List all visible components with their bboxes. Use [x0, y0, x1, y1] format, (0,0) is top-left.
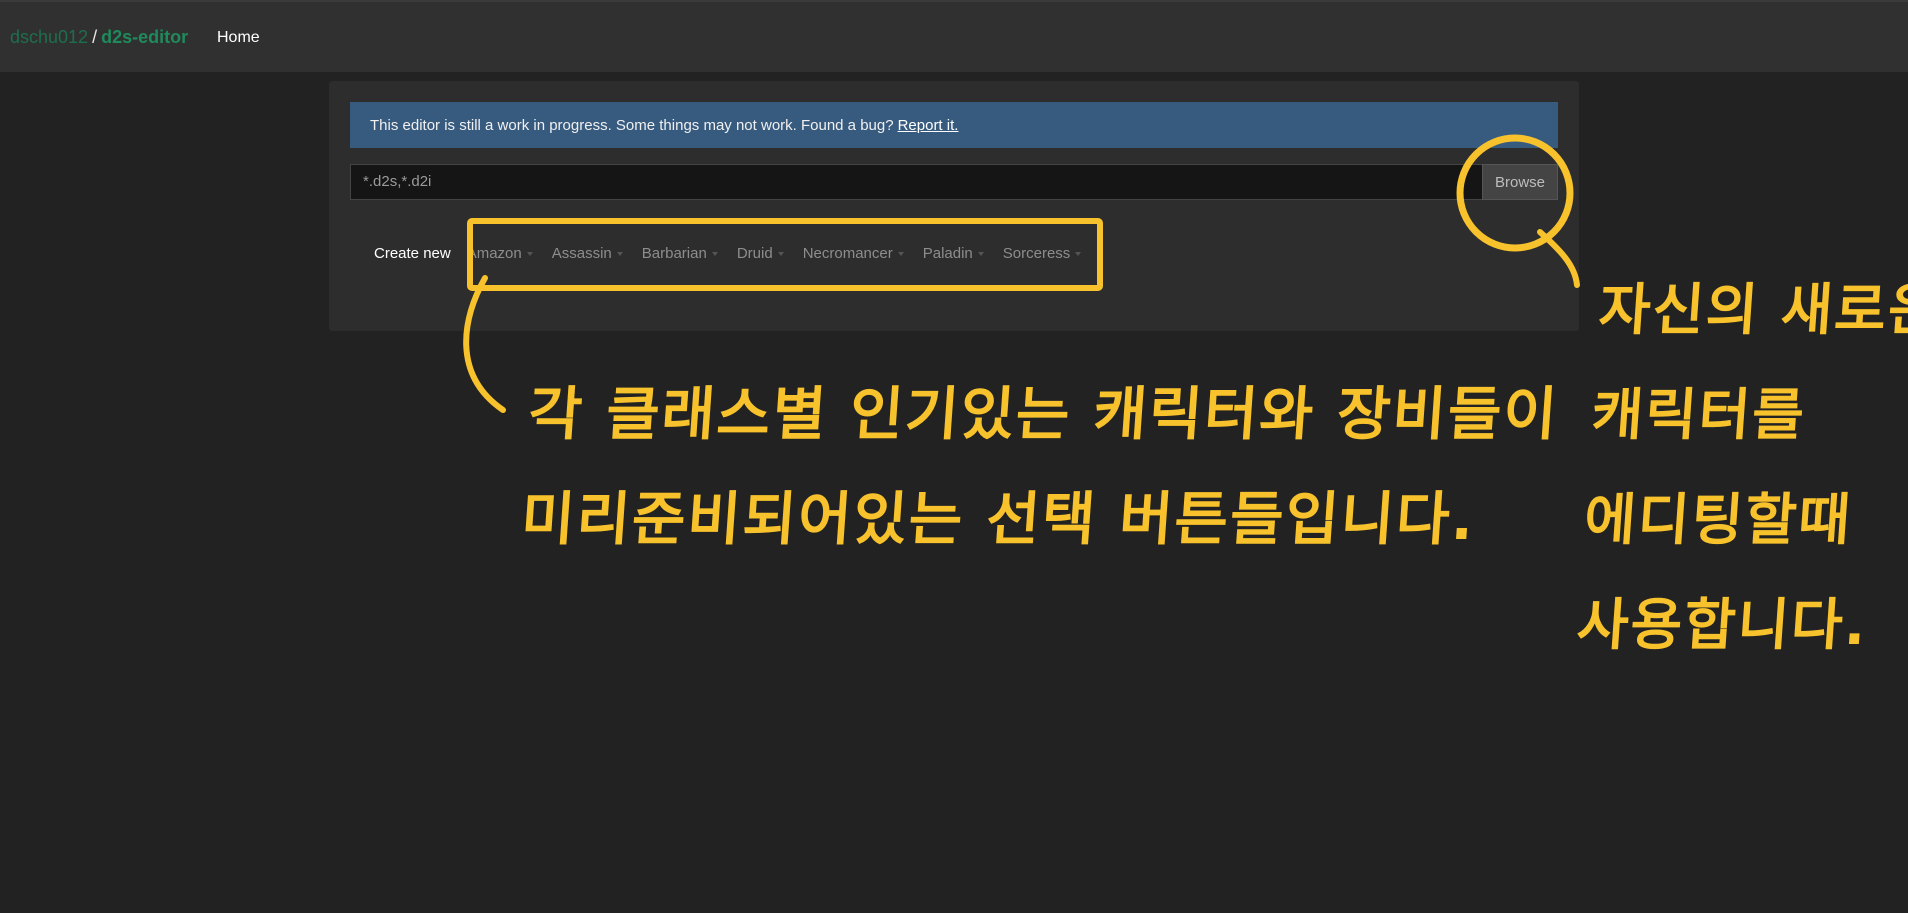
class-label: Assassin	[551, 244, 612, 262]
wip-alert: This editor is still a work in progress.…	[350, 102, 1558, 148]
annotation-right-line-2: 캐릭터를	[1589, 383, 1809, 448]
brand: dschu012/d2s-editor	[10, 27, 188, 48]
class-label: Barbarian	[641, 244, 707, 262]
editor-panel: This editor is still a work in progress.…	[329, 81, 1579, 331]
alert-message: This editor is still a work in progress.…	[370, 116, 894, 134]
class-dropdown-sorceress[interactable]: Sorceress	[1002, 244, 1082, 262]
brand-separator: /	[92, 27, 98, 47]
report-bug-link[interactable]: Report it.	[898, 117, 959, 134]
create-new-label: Create new	[374, 244, 451, 262]
class-label: Druid	[736, 244, 773, 262]
class-label: Necromancer	[802, 244, 893, 262]
annotation-right-line-3: 에디팅할때	[1582, 488, 1855, 553]
annotation-right: 자신의 새로운 캐릭터를 에디팅할때 사용합니다.	[1573, 258, 1908, 678]
annotation-left: 각 클래스별 인기있는 캐릭터와 장비들이 미리준비되어있는 선택 버튼들입니다…	[518, 362, 1563, 572]
caret-down-icon	[777, 251, 784, 256]
class-dropdown-paladin[interactable]: Paladin	[922, 244, 984, 262]
annotation-right-line-1: 자신의 새로운	[1596, 278, 1908, 343]
class-label: Paladin	[922, 244, 973, 262]
class-dropdown-barbarian[interactable]: Barbarian	[641, 244, 718, 262]
annotation-right-line-4: 사용합니다.	[1574, 593, 1871, 658]
navbar: dschu012/d2s-editor Home	[0, 0, 1908, 72]
class-dropdown-assassin[interactable]: Assassin	[551, 244, 623, 262]
caret-down-icon	[616, 251, 623, 256]
annotation-left-line-1: 각 클래스별 인기있는 캐릭터와 장비들이	[526, 380, 1561, 448]
repo-owner-link[interactable]: dschu012	[10, 27, 88, 47]
caret-down-icon	[1075, 251, 1082, 256]
nav-home-link[interactable]: Home	[217, 29, 260, 47]
caret-down-icon	[897, 251, 904, 256]
class-label: Amazon	[466, 244, 522, 262]
class-dropdown-necromancer[interactable]: Necromancer	[802, 244, 904, 262]
class-dropdown-druid[interactable]: Druid	[736, 244, 784, 262]
class-label: Sorceress	[1002, 244, 1071, 262]
file-input[interactable]: *.d2s,*.d2i	[350, 164, 1487, 200]
caret-down-icon	[711, 251, 718, 256]
class-dropdown-amazon[interactable]: Amazon	[466, 244, 533, 262]
repo-name-link[interactable]: d2s-editor	[101, 27, 188, 47]
caret-down-icon	[977, 251, 984, 256]
caret-down-icon	[526, 251, 533, 256]
create-new-row: Create new Amazon Assassin Barbarian Dru…	[374, 241, 1100, 265]
annotation-left-line-2: 미리준비되어있는 선택 버튼들입니다.	[518, 485, 1478, 553]
browse-button[interactable]: Browse	[1482, 164, 1558, 200]
